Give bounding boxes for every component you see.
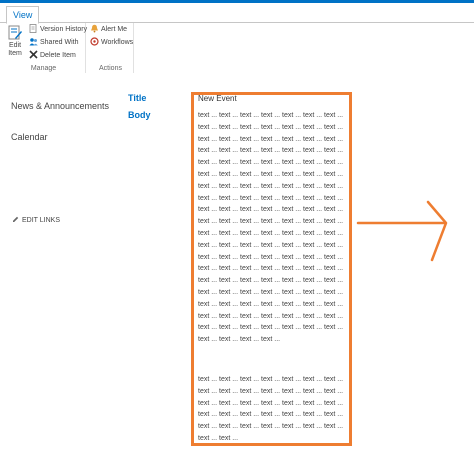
edit-item-label: Edit Item bbox=[8, 42, 22, 57]
ribbon-group-actions: Alert Me Workflows Actions bbox=[88, 23, 134, 73]
version-history-icon bbox=[29, 24, 37, 33]
ribbon: Edit Item Version History Shared With De… bbox=[0, 23, 474, 73]
edit-links-button[interactable]: EDIT LINKS bbox=[12, 216, 60, 224]
shared-with-icon bbox=[29, 38, 38, 46]
workflows-button[interactable]: Workflows bbox=[90, 37, 133, 49]
annotation-arrow-icon bbox=[356, 200, 448, 262]
alert-me-button[interactable]: Alert Me bbox=[90, 24, 127, 36]
workflows-label: Workflows bbox=[101, 39, 134, 46]
ribbon-group-manage: Edit Item Version History Shared With De… bbox=[2, 23, 87, 73]
edit-item-icon bbox=[8, 25, 22, 40]
highlight-annotation-box bbox=[191, 92, 352, 446]
delete-item-label: Delete Item bbox=[40, 52, 76, 59]
shared-with-label: Shared With bbox=[40, 39, 79, 46]
delete-icon bbox=[29, 50, 38, 59]
edit-item-button[interactable]: Edit Item bbox=[4, 25, 26, 58]
body-field-label: Body bbox=[128, 110, 151, 120]
shared-with-button[interactable]: Shared With bbox=[29, 37, 79, 49]
version-history-button[interactable]: Version History bbox=[29, 24, 87, 36]
alert-me-label: Alert Me bbox=[101, 26, 128, 33]
manage-group-label: Manage bbox=[30, 65, 57, 72]
edit-links-label: EDIT LINKS bbox=[22, 217, 60, 224]
actions-group-label: Actions bbox=[99, 65, 122, 72]
alert-bell-icon bbox=[91, 24, 98, 33]
title-field-label: Title bbox=[128, 93, 147, 103]
workflows-icon bbox=[90, 37, 99, 46]
version-history-label: Version History bbox=[40, 26, 88, 33]
nav-item-calendar[interactable]: Calendar bbox=[11, 132, 48, 142]
nav-item-news-announcements[interactable]: News & Announcements bbox=[11, 101, 109, 111]
ribbon-tab-row: View bbox=[0, 3, 474, 24]
tab-view[interactable]: View bbox=[6, 6, 40, 24]
delete-item-button[interactable]: Delete Item bbox=[29, 50, 76, 62]
pencil-icon bbox=[13, 216, 19, 222]
